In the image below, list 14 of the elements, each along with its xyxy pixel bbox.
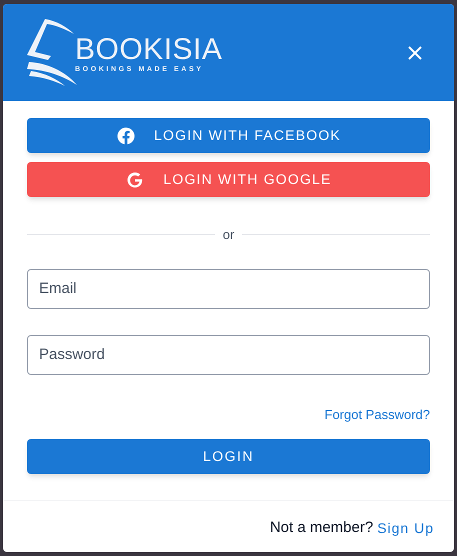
facebook-icon	[116, 126, 136, 146]
email-field[interactable]: Email	[27, 268, 430, 308]
password-field[interactable]: Password	[27, 334, 430, 374]
close-button[interactable]	[408, 46, 422, 60]
brand-name: BOOKISIA	[75, 35, 222, 65]
footer-text: Not a member?	[270, 518, 374, 538]
sign-up-link[interactable]: Sign Up	[377, 518, 434, 539]
google-login-button[interactable]: LOGIN WITH GOOGLE	[27, 162, 430, 197]
facebook-login-button[interactable]: LOGIN WITH FACEBOOK	[27, 118, 430, 153]
login-button[interactable]: LOGIN	[27, 439, 430, 474]
forgot-password-link[interactable]: Forgot Password?	[324, 404, 430, 424]
book-logo-icon	[27, 19, 77, 86]
close-icon	[408, 46, 422, 60]
divider-text: or	[222, 226, 234, 244]
